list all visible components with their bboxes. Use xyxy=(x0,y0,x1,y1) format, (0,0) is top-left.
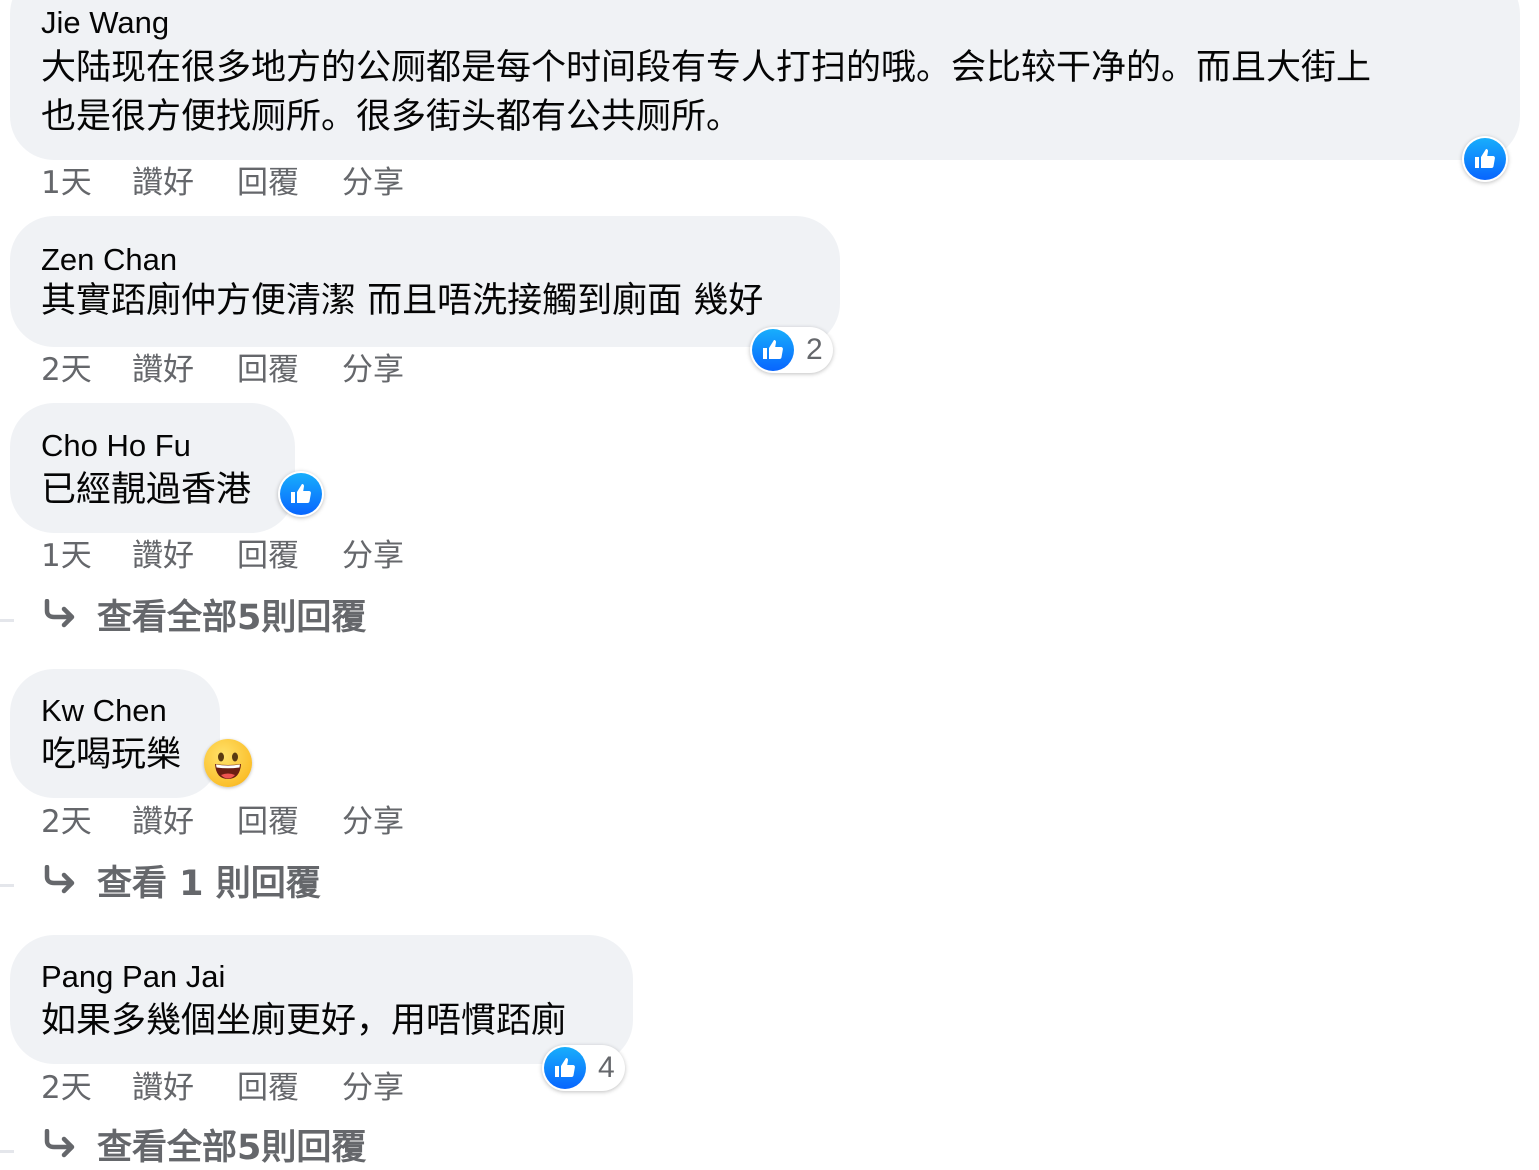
view-replies-link[interactable]: 查看全部5則回覆 xyxy=(41,596,366,640)
comment-bubble: Pang Pan Jai 如果多幾個坐廁更好，用唔慣踎廁 xyxy=(10,935,633,1064)
thread-connector xyxy=(0,1150,14,1153)
reply-button[interactable]: 回覆 xyxy=(237,802,299,842)
like-button[interactable]: 讚好 xyxy=(132,350,194,390)
reply-button[interactable]: 回覆 xyxy=(237,536,299,576)
thumbs-up-icon xyxy=(752,329,794,371)
like-button[interactable]: 讚好 xyxy=(132,1068,194,1108)
view-replies-label: 查看 1 則回覆 xyxy=(97,864,321,904)
view-replies-label: 查看全部5則回覆 xyxy=(97,598,367,638)
share-button[interactable]: 分享 xyxy=(342,1068,404,1108)
thumbs-up-icon xyxy=(544,1047,586,1089)
like-button[interactable]: 讚好 xyxy=(132,536,194,576)
comment-text: 吃喝玩樂 xyxy=(41,735,182,775)
reply-arrow-icon xyxy=(41,1126,97,1170)
reaction-count: 4 xyxy=(598,1051,615,1084)
reply-arrow-icon xyxy=(41,596,97,640)
comment-text: 已經靚過香港 xyxy=(41,470,252,510)
comment-author[interactable]: Cho Ho Fu xyxy=(41,428,191,464)
comment-text: 也是很方便找厕所。很多街头都有公共厕所。 xyxy=(41,97,742,137)
reply-arrow-icon xyxy=(41,862,97,906)
comment-bubble: Zen Chan 其實踎廁仲方便清潔 而且唔洗接觸到廁面 幾好 xyxy=(10,216,840,347)
comment-author[interactable]: Jie Wang xyxy=(41,5,169,41)
view-replies-link[interactable]: 查看 1 則回覆 xyxy=(41,862,321,906)
share-button[interactable]: 分享 xyxy=(342,536,404,576)
reaction-badge[interactable]: 2 xyxy=(750,327,833,373)
timestamp[interactable]: 1天 xyxy=(41,163,92,203)
reply-button[interactable]: 回覆 xyxy=(237,163,299,203)
timestamp[interactable]: 2天 xyxy=(41,1068,92,1108)
comment-bubble: Kw Chen 吃喝玩樂 xyxy=(10,669,220,798)
thread-connector xyxy=(0,884,14,887)
comment-text: 其實踎廁仲方便清潔 而且唔洗接觸到廁面 幾好 xyxy=(41,281,764,321)
thumbs-up-icon xyxy=(1464,138,1506,180)
timestamp[interactable]: 2天 xyxy=(41,802,92,842)
reaction-badge[interactable]: 4 xyxy=(542,1045,625,1091)
comment-bubble: Cho Ho Fu 已經靚過香港 xyxy=(10,403,295,533)
reply-button[interactable]: 回覆 xyxy=(237,1068,299,1108)
comment-text: 大陆现在很多地方的公厕都是每个时间段有专人打扫的哦。会比较干净的。而且大街上 xyxy=(41,48,1372,88)
comment-text: 如果多幾個坐廁更好，用唔慣踎廁 xyxy=(41,1001,567,1041)
reaction-badge[interactable] xyxy=(1462,136,1508,182)
comment-bubble: Jie Wang 大陆现在很多地方的公厕都是每个时间段有专人打扫的哦。会比较干净… xyxy=(10,0,1520,160)
thread-connector xyxy=(0,619,14,622)
reaction-badge[interactable] xyxy=(278,471,324,517)
like-button[interactable]: 讚好 xyxy=(132,163,194,203)
share-button[interactable]: 分享 xyxy=(342,802,404,842)
comment-author[interactable]: Pang Pan Jai xyxy=(41,959,225,995)
like-button[interactable]: 讚好 xyxy=(132,802,194,842)
timestamp[interactable]: 2天 xyxy=(41,350,92,390)
thumbs-up-icon xyxy=(280,473,322,515)
reply-button[interactable]: 回覆 xyxy=(237,350,299,390)
share-button[interactable]: 分享 xyxy=(342,350,404,390)
reaction-count: 2 xyxy=(806,333,823,366)
share-button[interactable]: 分享 xyxy=(342,163,404,203)
view-replies-link[interactable]: 查看全部5則回覆 xyxy=(41,1126,366,1170)
comment-author[interactable]: Kw Chen xyxy=(41,693,167,729)
view-replies-label: 查看全部5則回覆 xyxy=(97,1128,367,1168)
timestamp[interactable]: 1天 xyxy=(41,536,92,576)
comment-author[interactable]: Zen Chan xyxy=(41,242,177,278)
grinning-face-emoji xyxy=(204,739,252,787)
